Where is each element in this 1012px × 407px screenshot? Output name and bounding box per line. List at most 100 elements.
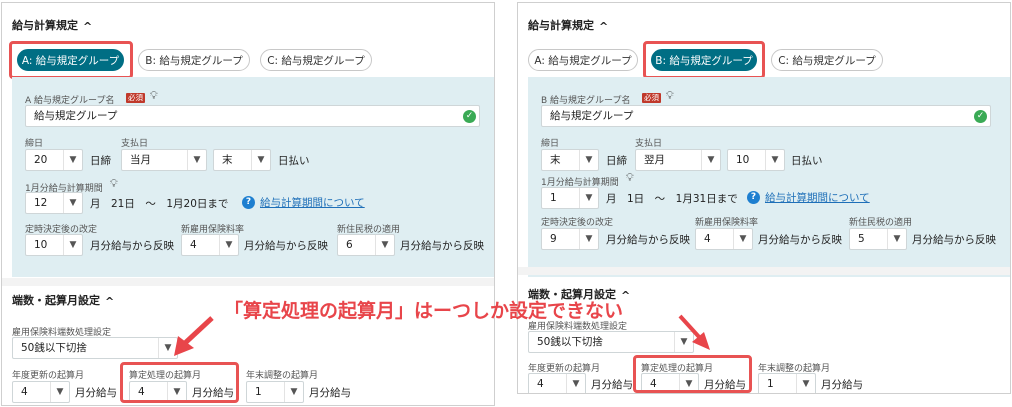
closing-label: 締日 bbox=[541, 139, 560, 149]
dropdown-arrow-icon: ▼ bbox=[674, 332, 693, 352]
dropdown-arrow-icon: ▼ bbox=[579, 229, 598, 249]
dropdown-arrow-icon: ▼ bbox=[63, 235, 82, 255]
check-icon: ✓ bbox=[463, 110, 476, 123]
year-select[interactable]: 4 ▼ bbox=[12, 381, 70, 403]
closing-day-select[interactable]: 末 ▼ bbox=[541, 149, 599, 171]
ins-label: 新雇用保険料率 bbox=[695, 218, 759, 228]
rounding-value: 50銭以下切捨 bbox=[21, 342, 87, 354]
chevron-up-icon: ^ bbox=[105, 295, 115, 308]
help-icon[interactable]: ? bbox=[747, 191, 760, 204]
payday-month-select[interactable]: 当月 ▼ bbox=[121, 149, 207, 171]
dropdown-arrow-icon: ▼ bbox=[284, 382, 303, 402]
tax-label: 新住民税の適用 bbox=[849, 218, 913, 228]
rounding-select[interactable]: 50銭以下切捨 ▼ bbox=[528, 331, 694, 353]
ins-value: 4 bbox=[704, 233, 711, 245]
dropdown-arrow-icon: ▼ bbox=[251, 150, 270, 170]
lightbulb-icon[interactable]: 💡︎ bbox=[626, 171, 634, 185]
dropdown-arrow-icon: ▼ bbox=[566, 374, 585, 393]
tax-value: 6 bbox=[346, 239, 353, 251]
year-suffix: 月分給与 bbox=[591, 379, 633, 391]
highlight-box bbox=[120, 362, 239, 403]
tax-select[interactable]: 6 ▼ bbox=[337, 234, 395, 256]
dropdown-arrow-icon: ▼ bbox=[187, 150, 206, 170]
ins-suffix: 月分給与から反映 bbox=[758, 234, 842, 246]
adj-select[interactable]: 1 ▼ bbox=[758, 373, 816, 393]
chevron-up-icon: ^ bbox=[599, 20, 609, 33]
adj-suffix: 月分給与 bbox=[821, 379, 863, 391]
dropdown-arrow-icon: ▼ bbox=[701, 150, 720, 170]
closing-day-value: 末 bbox=[550, 154, 561, 166]
period-month-value: 1 bbox=[550, 192, 557, 204]
dropdown-arrow-icon: ▼ bbox=[579, 150, 598, 170]
rounding-value: 50銭以下切捨 bbox=[537, 336, 603, 348]
tax-select[interactable]: 5 ▼ bbox=[849, 228, 907, 250]
ins-select[interactable]: 4 ▼ bbox=[695, 228, 753, 250]
dropdown-arrow-icon: ▼ bbox=[219, 235, 238, 255]
section-title-salary[interactable]: 給与計算規定 ^ bbox=[528, 17, 608, 33]
rounding-select[interactable]: 50銭以下切捨 ▼ bbox=[12, 337, 178, 359]
group-name-input[interactable]: 給与規定グループ bbox=[25, 105, 480, 127]
lightbulb-icon[interactable]: 💡︎ bbox=[666, 89, 674, 103]
tax-suffix: 月分給与から反映 bbox=[400, 240, 484, 252]
dropdown-arrow-icon: ▼ bbox=[887, 229, 906, 249]
period-text: 月 21日 ～ 1月20日まで bbox=[90, 198, 229, 210]
section-title-text: 給与計算規定 bbox=[12, 19, 78, 32]
closing-suffix: 日締 bbox=[90, 155, 111, 167]
highlight-box bbox=[633, 355, 752, 393]
tax-value: 5 bbox=[858, 233, 865, 245]
dropdown-arrow-icon: ▼ bbox=[63, 150, 82, 170]
payday-suffix: 日払い bbox=[791, 155, 823, 167]
closing-label: 締日 bbox=[25, 139, 44, 149]
lightbulb-icon[interactable]: 💡︎ bbox=[110, 177, 118, 191]
year-value: 4 bbox=[537, 378, 544, 390]
payday-day-select[interactable]: 末 ▼ bbox=[213, 149, 271, 171]
tab-group-c[interactable]: C: 給与規定グループ bbox=[771, 49, 883, 71]
group-name-input[interactable]: 給与規定グループ bbox=[541, 105, 991, 127]
section-title-salary[interactable]: 給与計算規定 ^ bbox=[12, 17, 92, 33]
left-panel: 給与計算規定 ^ A: 給与規定グループ B: 給与規定グループ C: 給与規定グ… bbox=[1, 2, 495, 406]
required-badge: 必須 bbox=[126, 93, 145, 103]
period-text: 月 1日 ～ 1月31日まで bbox=[606, 193, 738, 205]
fixed-select[interactable]: 9 ▼ bbox=[541, 228, 599, 250]
period-month-select[interactable]: 12 ▼ bbox=[25, 192, 83, 214]
closing-day-select[interactable]: 20 ▼ bbox=[25, 149, 83, 171]
ins-select[interactable]: 4 ▼ bbox=[181, 234, 239, 256]
year-label: 年度更新の起算月 bbox=[12, 371, 85, 381]
adj-label: 年末調整の起算月 bbox=[246, 371, 319, 381]
period-help-link[interactable]: 給与計算期間について bbox=[765, 190, 870, 205]
payday-month-value: 翌月 bbox=[644, 154, 665, 166]
tax-suffix: 月分給与から反映 bbox=[912, 234, 996, 246]
adj-suffix: 月分給与 bbox=[309, 387, 351, 399]
adj-select[interactable]: 1 ▼ bbox=[246, 381, 304, 403]
payday-suffix: 日払い bbox=[278, 155, 310, 167]
section-title-text: 給与計算規定 bbox=[528, 19, 594, 32]
adj-value: 1 bbox=[255, 386, 262, 398]
dropdown-arrow-icon: ▼ bbox=[158, 338, 177, 358]
payday-month-select[interactable]: 翌月 ▼ bbox=[635, 149, 721, 171]
fixed-suffix: 月分給与から反映 bbox=[90, 240, 174, 252]
period-month-select[interactable]: 1 ▼ bbox=[541, 187, 599, 209]
tab-group-a[interactable]: A: 給与規定グループ bbox=[528, 49, 638, 71]
tab-group-b[interactable]: B: 給与規定グループ bbox=[138, 49, 250, 71]
tab-group-c[interactable]: C: 給与規定グループ bbox=[260, 49, 372, 71]
divider bbox=[518, 267, 1010, 275]
dropdown-arrow-icon: ▼ bbox=[50, 382, 69, 402]
period-help-link[interactable]: 給与計算期間について bbox=[260, 195, 365, 210]
fixed-select[interactable]: 10 ▼ bbox=[25, 234, 83, 256]
section-title-rounding[interactable]: 端数・起算月設定 ^ bbox=[12, 292, 114, 308]
ins-suffix: 月分給与から反映 bbox=[244, 240, 328, 252]
payday-day-select[interactable]: 10 ▼ bbox=[727, 149, 785, 171]
highlight-box bbox=[643, 41, 765, 79]
callout-text: 「算定処理の起算月」はーつしか設定できない bbox=[224, 300, 624, 322]
fixed-value: 10 bbox=[34, 239, 48, 251]
dropdown-arrow-icon: ▼ bbox=[375, 235, 394, 255]
closing-day-value: 20 bbox=[34, 154, 48, 166]
dropdown-arrow-icon: ▼ bbox=[733, 229, 752, 249]
year-select[interactable]: 4 ▼ bbox=[528, 373, 586, 393]
required-badge: 必須 bbox=[642, 93, 661, 103]
dropdown-arrow-icon: ▼ bbox=[579, 188, 598, 208]
lightbulb-icon[interactable]: 💡︎ bbox=[150, 89, 158, 103]
payday-day-value: 10 bbox=[736, 154, 750, 166]
help-icon[interactable]: ? bbox=[242, 196, 255, 209]
divider bbox=[2, 278, 494, 286]
